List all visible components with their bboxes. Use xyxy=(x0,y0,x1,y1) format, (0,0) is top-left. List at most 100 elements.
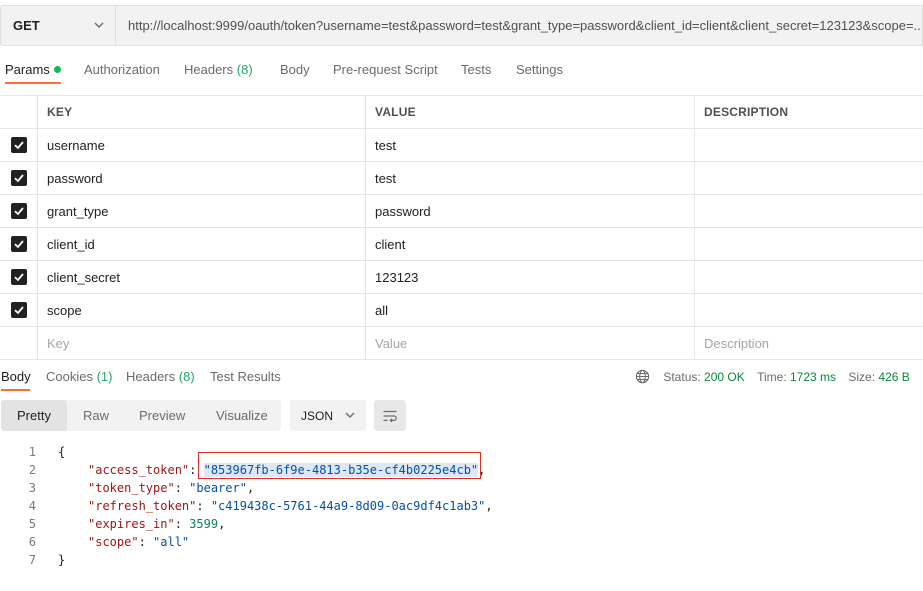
status-value[interactable]: 200 OK xyxy=(704,370,745,384)
param-key[interactable]: client_secret xyxy=(38,261,366,293)
tab-label: Body xyxy=(280,62,310,77)
json-value: 3599 xyxy=(189,517,219,531)
tab-label: Headers xyxy=(184,62,234,77)
row-checkbox-cell xyxy=(0,228,38,260)
tab-response-body[interactable]: Body xyxy=(1,369,31,384)
new-key-input[interactable]: Key xyxy=(38,327,366,359)
tab-headers[interactable]: Headers (8) xyxy=(184,62,253,77)
json-value: "all" xyxy=(153,535,190,549)
checkbox[interactable] xyxy=(10,269,27,285)
view-raw-button[interactable]: Raw xyxy=(83,400,109,431)
check-icon xyxy=(13,207,24,216)
active-tab-indicator xyxy=(5,82,61,84)
tab-count: (8) xyxy=(178,369,195,384)
table-row: grant_type password xyxy=(0,195,923,228)
check-icon xyxy=(13,240,24,249)
param-key[interactable]: scope xyxy=(38,294,366,326)
checkbox[interactable] xyxy=(10,302,27,318)
view-visualize-button[interactable]: Visualize xyxy=(216,400,268,431)
view-pretty-button[interactable]: Pretty xyxy=(17,400,51,431)
tab-test-results[interactable]: Test Results xyxy=(210,369,281,384)
json-key: "access_token" xyxy=(88,463,190,477)
tab-label: Cookies xyxy=(46,369,93,384)
row-checkbox-cell xyxy=(0,327,38,359)
tab-label: Settings xyxy=(516,62,563,77)
tab-count: (8) xyxy=(236,62,253,77)
param-value[interactable]: client xyxy=(366,228,695,260)
json-key: "expires_in" xyxy=(88,517,175,531)
line-number: 6 xyxy=(28,535,36,549)
size-value[interactable]: 426 B xyxy=(878,370,909,384)
param-key[interactable]: username xyxy=(38,129,366,161)
param-description[interactable] xyxy=(695,129,923,161)
check-icon xyxy=(13,273,24,282)
tab-label: Body xyxy=(1,369,31,384)
param-value[interactable]: password xyxy=(366,195,695,227)
param-description[interactable] xyxy=(695,228,923,260)
access-token-highlight-box xyxy=(198,452,481,479)
param-key[interactable]: grant_type xyxy=(38,195,366,227)
row-checkbox-cell xyxy=(0,195,38,227)
new-value-input[interactable]: Value xyxy=(366,327,695,359)
json-key: "token_type" xyxy=(88,481,175,495)
globe-icon[interactable] xyxy=(635,369,650,387)
json-comma: , xyxy=(218,517,226,531)
param-value[interactable]: all xyxy=(366,294,695,326)
line-number: 3 xyxy=(28,481,36,495)
tab-settings[interactable]: Settings xyxy=(516,62,563,77)
param-description[interactable] xyxy=(695,294,923,326)
json-value: "c419438c-5761-44a9-8d09-0ac9df4c1ab3" xyxy=(210,499,486,513)
method-select[interactable]: GET xyxy=(0,5,116,46)
param-value[interactable]: test xyxy=(366,129,695,161)
code-line: 4 "refresh_token": "c419438c-5761-44a9-8d… xyxy=(0,497,923,515)
tab-cookies[interactable]: Cookies (1) xyxy=(46,369,112,384)
param-description[interactable] xyxy=(695,162,923,194)
json-comma: , xyxy=(485,499,493,513)
view-preview-button[interactable]: Preview xyxy=(139,400,185,431)
param-description[interactable] xyxy=(695,195,923,227)
new-param-row: Key Value Description xyxy=(0,327,923,360)
code-text: { xyxy=(58,445,66,459)
param-value[interactable]: 123123 xyxy=(366,261,695,293)
tab-label: Authorization xyxy=(84,62,160,77)
header-value: VALUE xyxy=(366,96,695,128)
row-checkbox-cell xyxy=(0,294,38,326)
url-input[interactable]: http://localhost:9999/oauth/token?userna… xyxy=(116,5,923,46)
param-key[interactable]: password xyxy=(38,162,366,194)
wrap-lines-button[interactable] xyxy=(374,400,406,431)
time-value[interactable]: 1723 ms xyxy=(790,370,836,384)
tab-params[interactable]: Params xyxy=(5,62,61,77)
line-number: 2 xyxy=(28,463,36,477)
request-url-bar: GET http://localhost:9999/oauth/token?us… xyxy=(0,5,923,46)
tab-body[interactable]: Body xyxy=(280,62,310,77)
tab-tests[interactable]: Tests xyxy=(461,62,491,77)
checkbox[interactable] xyxy=(10,137,27,153)
table-header-row: KEY VALUE DESCRIPTION xyxy=(0,95,923,129)
checkbox[interactable] xyxy=(10,236,27,252)
tab-label: Pre-request Script xyxy=(333,62,438,77)
tab-label: Headers xyxy=(126,369,176,384)
new-description-input[interactable]: Description xyxy=(695,327,923,359)
code-line: 3 "token_type": "bearer", xyxy=(0,479,923,497)
json-key: "scope" xyxy=(88,535,139,549)
param-description[interactable] xyxy=(695,261,923,293)
header-key: KEY xyxy=(38,96,366,128)
chevron-down-icon xyxy=(344,409,356,424)
table-row: client_secret 123123 xyxy=(0,261,923,294)
param-value[interactable]: test xyxy=(366,162,695,194)
params-active-dot xyxy=(53,66,61,73)
time-label: Time: xyxy=(757,370,787,384)
code-line: 5 "expires_in": 3599, xyxy=(0,515,923,533)
tab-authorization[interactable]: Authorization xyxy=(84,62,160,77)
line-number: 7 xyxy=(28,553,36,567)
tab-response-headers[interactable]: Headers (8) xyxy=(126,369,195,384)
param-key[interactable]: client_id xyxy=(38,228,366,260)
row-checkbox-cell xyxy=(0,162,38,194)
format-label: JSON xyxy=(301,408,334,423)
format-select[interactable]: JSON xyxy=(290,400,366,431)
tab-pre-request-script[interactable]: Pre-request Script xyxy=(333,62,438,77)
table-row: username test xyxy=(0,129,923,162)
checkbox[interactable] xyxy=(10,203,27,219)
method-label: GET xyxy=(13,18,40,33)
checkbox[interactable] xyxy=(10,170,27,186)
